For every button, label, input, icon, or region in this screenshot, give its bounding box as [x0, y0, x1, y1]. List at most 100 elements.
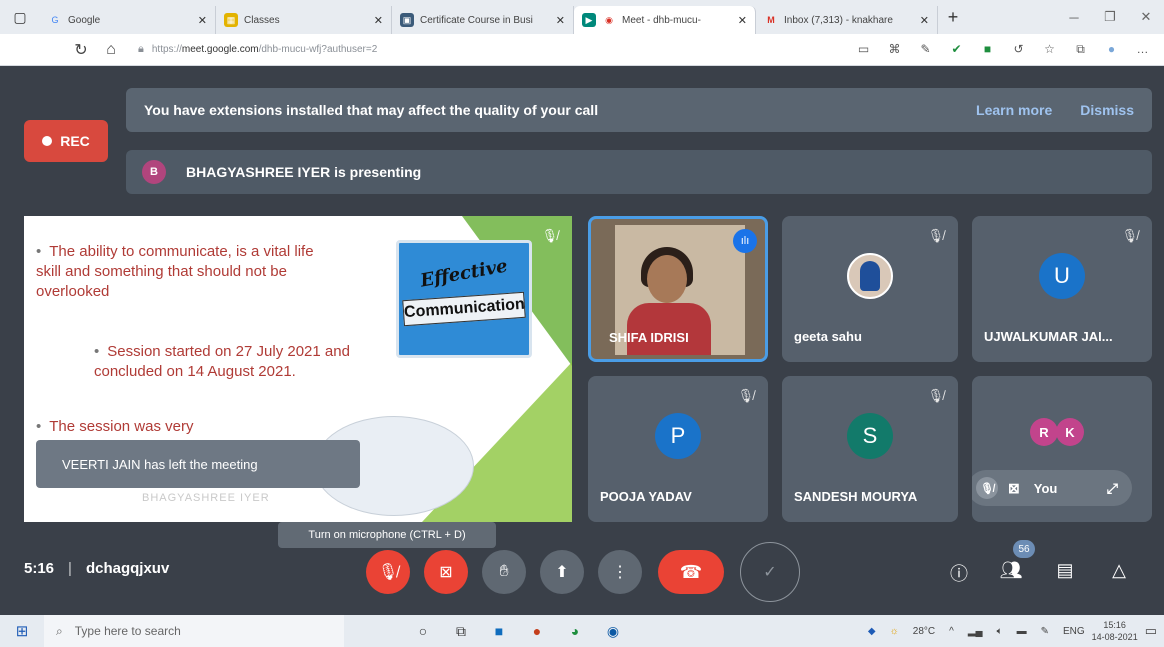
windows-start-icon[interactable]: ⊞ [0, 622, 44, 640]
tab-actions-icon[interactable]: ▢ [0, 0, 40, 34]
clock[interactable]: 15:16 14-08-2021 [1092, 619, 1138, 643]
close-icon[interactable]: ✕ [374, 14, 383, 27]
close-icon[interactable]: ✕ [738, 14, 747, 27]
slide-bullet-3: The session was very [49, 418, 194, 435]
camera-icon[interactable]: ▭ [848, 42, 879, 57]
microphone-toggle-button[interactable]: 🎙︎̸ [366, 550, 410, 594]
participant-avatar: P [655, 413, 701, 459]
edge-icon[interactable]: ◉ [594, 623, 632, 640]
maximize-icon[interactable]: ❐ [1092, 9, 1128, 25]
refresh-extension-icon[interactable]: ↺ [1003, 42, 1034, 57]
sheet-extension-icon[interactable]: ■ [972, 42, 1003, 57]
camera-off-icon[interactable]: ⊠ [1008, 480, 1020, 497]
close-icon[interactable]: ✕ [920, 14, 929, 27]
more-options-button[interactable]: ⋮ [598, 550, 642, 594]
effective-communication-graphic: Effective Communication [396, 240, 532, 358]
people-button[interactable]: 👥︎ [996, 560, 1026, 581]
tab-meet[interactable]: ▶ ◉ Meet - dhb-mucu- ✕ [574, 6, 756, 34]
home-icon[interactable]: ⌂ [96, 41, 126, 59]
network-icon[interactable]: ▂▄ [968, 626, 983, 637]
leave-call-button[interactable]: ☎︎ [658, 550, 724, 594]
raise-hand-button[interactable]: ✋︎ [482, 550, 526, 594]
document-icon: ▣ [400, 13, 414, 27]
slide-bullet-2: Session started on 27 July 2021 and conc… [94, 343, 350, 380]
check-extension-icon[interactable]: ✔ [941, 42, 972, 57]
clock-time: 15:16 [1103, 620, 1126, 630]
check-icon: ✓ [763, 564, 777, 581]
activities-icon: △ [1112, 560, 1126, 580]
dismiss-link[interactable]: Dismiss [1080, 102, 1134, 118]
activities-button[interactable]: △ [1104, 560, 1134, 581]
confirm-overlay-button[interactable]: ✓ [740, 542, 800, 602]
pen-icon[interactable]: ✎ [1041, 626, 1049, 637]
self-view-tile[interactable]: R K 🎙︎̸ ⊠ You ⤢ [972, 376, 1152, 522]
volume-icon[interactable]: 🔈︎ [997, 626, 1003, 637]
system-tray: ◆ ☼ 28°C ^ ▂▄ 🔈︎ ▬ ✎ ENG 15:16 14-08-202… [861, 615, 1164, 647]
close-window-icon[interactable]: ✕ [1128, 9, 1164, 25]
tab-inbox[interactable]: M Inbox (7,313) - knakhare ✕ [756, 6, 938, 34]
tab-classes[interactable]: ▦ Classes ✕ [216, 6, 392, 34]
close-icon[interactable]: ✕ [198, 14, 207, 27]
weather-icon[interactable]: ☼ [890, 626, 899, 637]
participant-tile-shifa[interactable]: ılı SHIFA IDRISI [588, 216, 768, 362]
url-host: meet.google.com [181, 44, 259, 55]
participant-tile-sandesh[interactable]: 🎙︎̸ S SANDESH MOURYA [782, 376, 958, 522]
meeting-details: 5:16 | dchagqjxuv [24, 560, 170, 577]
participant-photo-avatar [847, 253, 893, 299]
info-icon: ⓘ [950, 564, 968, 584]
chat-button[interactable]: ▤ [1050, 560, 1080, 581]
meeting-info-button[interactable]: ⓘ [944, 560, 974, 586]
participant-name: geeta sahu [794, 329, 862, 344]
battery-icon[interactable]: ▬ [1017, 626, 1027, 637]
participant-avatar: S [847, 413, 893, 459]
chevron-up-icon[interactable]: ^ [949, 626, 954, 637]
minimize-icon[interactable]: ─ [1056, 10, 1092, 25]
collections-icon[interactable]: ⧉ [1065, 42, 1096, 57]
outlook-icon[interactable]: ■ [480, 623, 518, 640]
language-indicator[interactable]: ENG [1063, 626, 1085, 637]
chrome-icon[interactable]: ◕ [556, 623, 594, 640]
mic-off-icon: 🎙︎̸ [541, 228, 558, 243]
self-avatar-k: K [1056, 418, 1084, 446]
reload-icon[interactable]: ↻ [66, 40, 96, 60]
participant-tile-geeta[interactable]: 🎙︎̸ geeta sahu [782, 216, 958, 362]
microphone-tooltip: Turn on microphone (CTRL + D) [278, 522, 496, 548]
cortana-icon[interactable]: ○ [404, 623, 442, 640]
taskbar-search[interactable]: ⌕ Type here to search [44, 615, 344, 647]
address-bar: ↻ ⌂ 🔒︎ https:// meet.google.com /dhb-muc… [0, 34, 1164, 66]
task-view-icon[interactable]: ⧉ [442, 623, 480, 640]
notifications-icon[interactable]: ▭ [1145, 623, 1157, 639]
mic-off-icon: 🎙︎̸ [927, 388, 944, 403]
camera-toggle-button[interactable]: ⊠ [424, 550, 468, 594]
slide-bullet-1: The ability to communicate, is a vital l… [36, 243, 314, 300]
toolbar-icons: ▭ ⌘ ✎ ✔ ■ ↺ ☆ ⧉ ● … [848, 42, 1158, 57]
learn-more-link[interactable]: Learn more [976, 102, 1052, 118]
mic-off-icon: 🎙︎̸ [737, 388, 754, 403]
participant-tile-pooja[interactable]: 🎙︎̸ P POOJA YADAV [588, 376, 768, 522]
tab-certificate-course[interactable]: ▣ Certificate Course in Busi ✕ [392, 6, 574, 34]
extension-icon[interactable]: ✎ [910, 42, 941, 57]
url-field[interactable]: 🔒︎ https:// meet.google.com /dhb-mucu-wf… [138, 43, 848, 56]
lock-icon: 🔒︎ [138, 43, 144, 55]
tab-label: Certificate Course in Busi [420, 14, 533, 26]
participant-name: SHIFA IDRISI [609, 330, 689, 345]
tooltip-text: Turn on microphone (CTRL + D) [308, 529, 466, 541]
more-icon[interactable]: … [1127, 42, 1158, 57]
windows-taskbar: ⊞ ⌕ Type here to search ○ ⧉ ■ ● ◕ ◉ ◆ ☼ … [0, 615, 1164, 647]
extension-icon[interactable]: ⌘ [879, 42, 910, 57]
security-icon[interactable]: ◆ [868, 626, 876, 637]
more-vert-icon: ⋮ [612, 564, 628, 581]
present-screen-button[interactable]: ⬆ [540, 550, 584, 594]
new-tab-button[interactable]: + [938, 7, 968, 28]
close-icon[interactable]: ✕ [556, 14, 565, 27]
participant-count-badge: 56 [1013, 540, 1035, 558]
participant-tile-ujwalkumar[interactable]: 🎙︎̸ U UJWALKUMAR JAI... [972, 216, 1152, 362]
powerpoint-icon[interactable]: ● [518, 623, 556, 640]
favorites-icon[interactable]: ☆ [1034, 42, 1065, 57]
expand-icon[interactable]: ⤢ [1107, 480, 1118, 497]
mic-off-icon: 🎙︎̸ [1121, 228, 1138, 243]
profile-icon[interactable]: ● [1096, 42, 1127, 57]
mic-off-icon[interactable]: 🎙︎̸ [976, 477, 998, 499]
tab-google[interactable]: G Google ✕ [40, 6, 216, 34]
mic-off-icon: 🎙︎̸ [377, 564, 399, 581]
